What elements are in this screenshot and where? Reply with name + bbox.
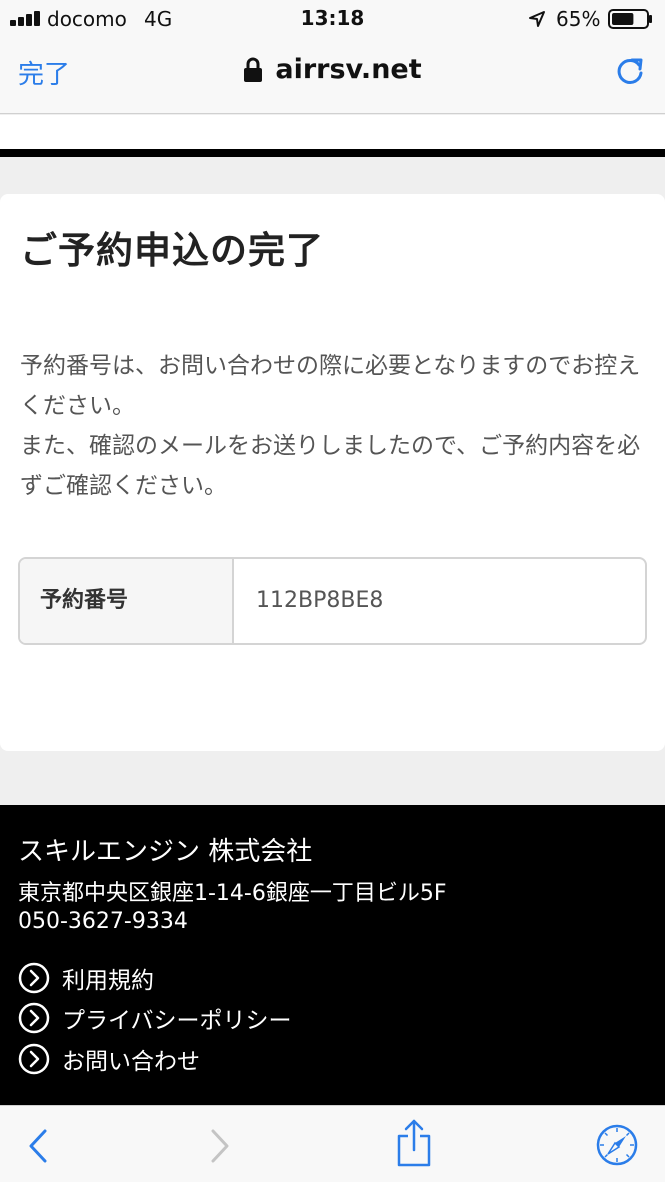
back-icon[interactable] [26, 1128, 50, 1164]
company-name: スキルエンジン 株式会社 [18, 837, 313, 867]
message-line: 予約番号は、お問い合わせの際に必要となりますのでお控えください。 [20, 353, 641, 419]
address-bar[interactable]: airrsv.net [0, 54, 665, 85]
reload-icon[interactable] [613, 54, 647, 88]
browser-toolbar [0, 1105, 665, 1182]
forward-icon[interactable] [208, 1128, 232, 1164]
footer-link-terms[interactable]: 利用規約 [18, 961, 154, 995]
company-phone[interactable]: 050-3627-9334 [18, 909, 188, 934]
footer-link-privacy[interactable]: プライバシーポリシー [18, 1001, 292, 1035]
company-address: 東京都中央区銀座1-14-6銀座一丁目ビル5F [18, 881, 447, 906]
url-text: airrsv.net [275, 54, 422, 85]
page-header-area [0, 115, 665, 149]
confirmation-card: ご予約申込の完了 予約番号は、お問い合わせの際に必要となりますのでお控えください… [0, 194, 665, 751]
location-arrow-icon [529, 11, 545, 27]
page-title: ご予約申込の完了 [20, 229, 324, 272]
footer-link-label: プライバシーポリシー [62, 1008, 292, 1034]
header-divider [0, 149, 665, 157]
reservation-number-label: 予約番号 [20, 559, 234, 643]
circle-chevron-right-icon [18, 1002, 50, 1034]
share-icon[interactable] [396, 1118, 432, 1168]
footer-link-label: 利用規約 [62, 968, 154, 994]
circle-chevron-right-icon [18, 1043, 50, 1075]
status-bar: docomo 4G 13:18 65% [0, 0, 665, 38]
site-footer: スキルエンジン 株式会社 東京都中央区銀座1-14-6銀座一丁目ビル5F 050… [0, 805, 665, 1105]
browser-header: 完了 airrsv.net [0, 38, 665, 114]
circle-chevron-right-icon [18, 962, 50, 994]
footer-link-contact[interactable]: お問い合わせ [18, 1042, 200, 1076]
compass-icon[interactable] [596, 1124, 638, 1166]
message-line: また、確認のメールをお送りしましたので、ご予約内容を必ずご確認ください。 [20, 433, 641, 499]
confirmation-message: 予約番号は、お問い合わせの際に必要となりますのでお控えください。 また、確認のメ… [20, 346, 645, 506]
lock-icon [244, 57, 263, 82]
footer-link-label: お問い合わせ [62, 1049, 200, 1075]
reservation-number-table: 予約番号 112BP8BE8 [18, 557, 647, 645]
battery-icon [608, 9, 652, 29]
battery-percentage: 65% [556, 7, 601, 31]
reservation-number-value: 112BP8BE8 [256, 588, 384, 613]
